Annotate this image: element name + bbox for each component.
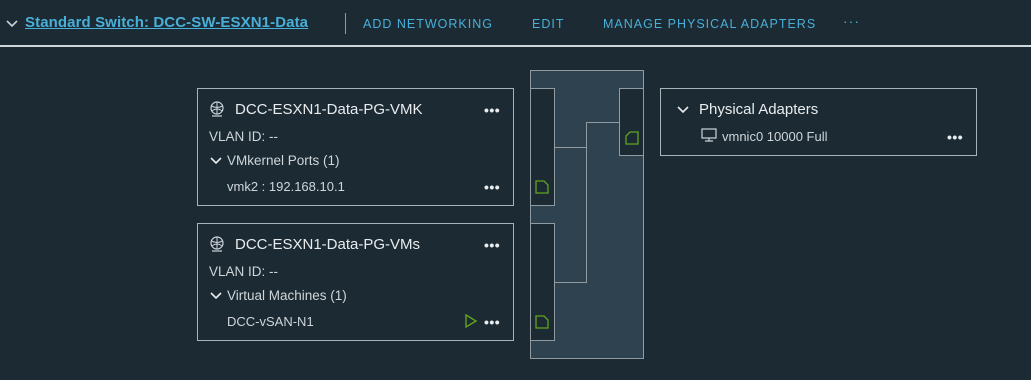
play-icon[interactable] [464,314,478,328]
virtual-machine-item[interactable]: DCC-vSAN-N1 [227,314,314,329]
chevron-down-icon[interactable] [210,156,222,166]
chevron-down-icon[interactable] [677,105,689,115]
portgroup-card-vmk: DCC-ESXN1-Data-PG-VMK ••• VLAN ID: -- VM… [197,88,514,206]
portgroup-card-vms: DCC-ESXN1-Data-PG-VMs ••• VLAN ID: -- Vi… [197,223,514,341]
add-networking-button[interactable]: ADD NETWORKING [363,17,493,31]
portgroup-name[interactable]: DCC-ESXN1-Data-PG-VMs [235,236,420,253]
port-icon [535,180,549,194]
more-actions-button[interactable]: ··· [843,13,860,29]
switch-header: Standard Switch: DCC-SW-ESXN1-Data ADD N… [0,0,1031,47]
connector-line [586,122,619,123]
physical-adapter-item[interactable]: vmnic0 10000 Full [722,129,828,144]
vmkernel-ports-section-label[interactable]: VMkernel Ports (1) [227,153,340,168]
network-globe-icon [210,236,224,252]
port-icon [535,315,549,329]
uplink-port [619,88,644,156]
physical-adapter-actions-button[interactable]: ••• [947,130,963,144]
header-divider [345,13,346,34]
portgroup-actions-button[interactable]: ••• [484,238,500,252]
vlan-id-label: VLAN ID: -- [209,264,279,279]
switch-title-link[interactable]: Standard Switch: DCC-SW-ESXN1-Data [25,14,308,31]
physical-adapters-title[interactable]: Physical Adapters [699,101,818,118]
connector-line [555,147,587,148]
port-icon [625,131,639,145]
vlan-id-label: VLAN ID: -- [209,129,279,144]
physical-adapters-card: Physical Adapters vmnic0 10000 Full ••• [660,88,977,156]
header-rule [0,45,1031,47]
portgroup-name[interactable]: DCC-ESXN1-Data-PG-VMK [235,101,423,118]
connector-line [555,282,587,283]
virtual-machines-section-label[interactable]: Virtual Machines (1) [227,288,347,303]
connector-line [586,122,587,283]
nic-monitor-icon [701,128,717,142]
chevron-down-icon[interactable] [6,17,18,29]
portgroup-actions-button[interactable]: ••• [484,103,500,117]
edit-button[interactable]: EDIT [532,17,564,31]
network-globe-icon [210,101,224,117]
virtual-machine-actions-button[interactable]: ••• [484,315,500,329]
chevron-down-icon[interactable] [210,291,222,301]
manage-physical-adapters-button[interactable]: MANAGE PHYSICAL ADAPTERS [603,17,816,31]
vmkernel-port-actions-button[interactable]: ••• [484,180,500,194]
vmkernel-port-item[interactable]: vmk2 : 192.168.10.1 [227,179,345,194]
